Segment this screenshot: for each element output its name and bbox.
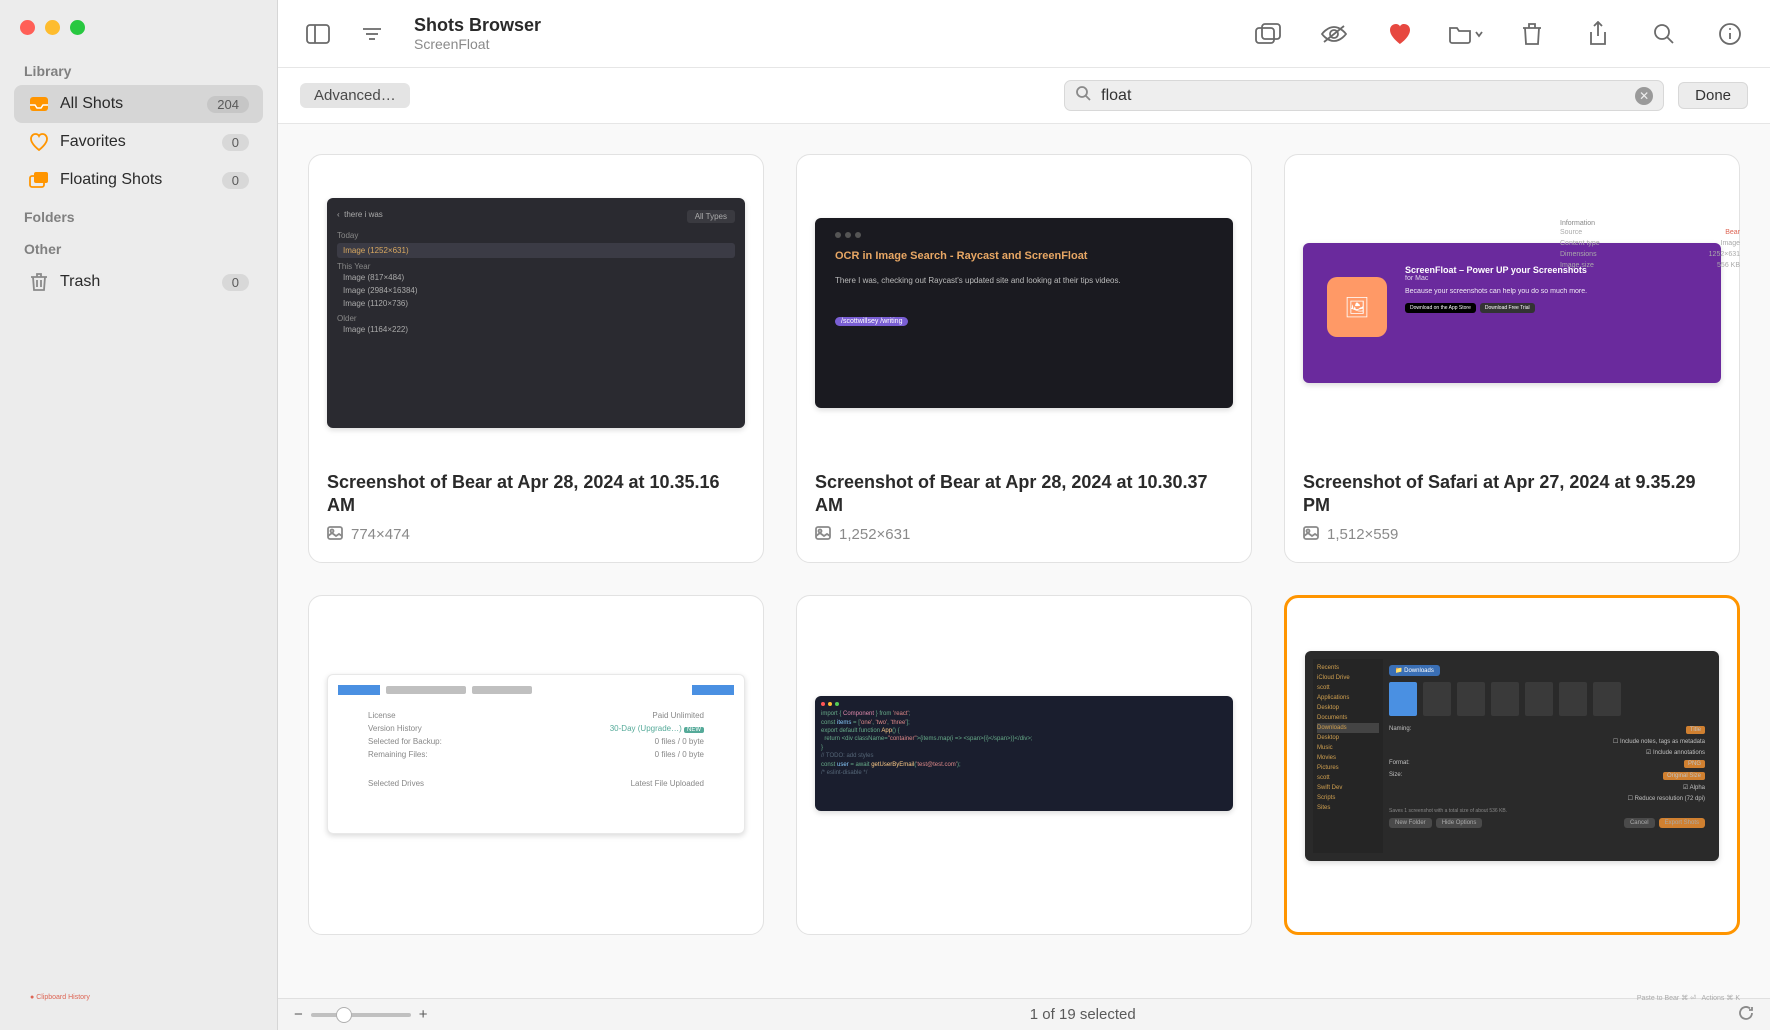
layers-icon [28, 169, 50, 191]
shot-card-selected[interactable]: Recents iCloud Drive scott Applications … [1284, 595, 1740, 935]
shot-card[interactable]: import { Component } from 'react'; const… [796, 595, 1252, 935]
shot-thumbnail: 🖼 ScreenFloat – Power UP your Screenshot… [1303, 173, 1721, 453]
info-button[interactable] [1712, 16, 1748, 52]
zoom-slider[interactable] [311, 1013, 411, 1017]
clear-search-button[interactable]: ✕ [1635, 87, 1653, 105]
shot-card[interactable]: 🖼 ScreenFloat – Power UP your Screenshot… [1284, 154, 1740, 563]
window-controls [0, 10, 277, 53]
sidebar-badge: 0 [222, 274, 249, 291]
filter-button[interactable] [354, 16, 390, 52]
zoom-in-button[interactable]: + [419, 1006, 428, 1023]
shot-thumbnail: ‹ there i wasAll Types Today Image (1252… [327, 173, 745, 453]
chevron-down-icon [1474, 30, 1484, 38]
image-icon [815, 526, 831, 544]
sidebar-item-all-shots[interactable]: All Shots 204 [14, 85, 263, 123]
zoom-window-button[interactable] [70, 20, 85, 35]
search-input[interactable] [1101, 87, 1625, 105]
sidebar-section-folders: Folders [0, 199, 277, 231]
main-area: Shots Browser ScreenFloat [278, 0, 1770, 1030]
sidebar-item-trash[interactable]: Trash 0 [14, 263, 263, 301]
folder-dropdown-button[interactable] [1448, 16, 1484, 52]
close-window-button[interactable] [20, 20, 35, 35]
done-button[interactable]: Done [1678, 82, 1748, 109]
shot-meta: 1,512×559 [1303, 526, 1721, 544]
share-button[interactable] [1580, 16, 1616, 52]
shot-dimensions: 1,252×631 [839, 526, 910, 543]
sidebar-item-favorites[interactable]: Favorites 0 [14, 123, 263, 161]
title-block: Shots Browser ScreenFloat [414, 15, 541, 52]
minimize-window-button[interactable] [45, 20, 60, 35]
shots-grid: ‹ there i wasAll Types Today Image (1252… [308, 154, 1740, 935]
sidebar-section-other: Other [0, 231, 277, 263]
trash-icon [28, 271, 50, 293]
shot-thumbnail: OCR in Image Search - Raycast and Screen… [815, 173, 1233, 453]
selection-status: 1 of 19 selected [428, 1006, 1738, 1023]
visibility-button[interactable] [1316, 16, 1352, 52]
search-button[interactable] [1646, 16, 1682, 52]
sidebar: Library All Shots 204 Favorites 0 Floati… [0, 0, 278, 1030]
favorite-button[interactable] [1382, 16, 1418, 52]
sidebar-item-label: Trash [60, 273, 100, 291]
shot-title: Screenshot of Bear at Apr 28, 2024 at 10… [327, 471, 745, 518]
titlebar: Shots Browser ScreenFloat [278, 0, 1770, 68]
window-title: Shots Browser [414, 15, 541, 36]
search-icon [1075, 85, 1091, 106]
float-button[interactable] [1250, 16, 1286, 52]
sidebar-item-label: Favorites [60, 133, 126, 151]
shots-grid-area: ‹ there i wasAll Types Today Image (1252… [278, 124, 1770, 998]
zoom-slider-handle[interactable] [336, 1007, 352, 1023]
shot-card[interactable]: ‹ there i wasAll Types Today Image (1252… [308, 154, 764, 563]
window-subtitle: ScreenFloat [414, 36, 541, 52]
shot-card[interactable]: LicensePaid Unlimited Version History30-… [308, 595, 764, 935]
shot-dimensions: 774×474 [351, 526, 410, 543]
advanced-search-button[interactable]: Advanced… [300, 83, 410, 108]
footer: − + 1 of 19 selected [278, 998, 1770, 1030]
image-icon [327, 526, 343, 544]
shot-thumbnail: import { Component } from 'react'; const… [815, 614, 1233, 894]
sidebar-badge: 0 [222, 172, 249, 189]
shot-meta: 1,252×631 [815, 526, 1233, 544]
shot-thumbnail: Recents iCloud Drive scott Applications … [1305, 616, 1719, 896]
toggle-sidebar-button[interactable] [300, 16, 336, 52]
shot-title: Screenshot of Bear at Apr 28, 2024 at 10… [815, 471, 1233, 518]
shot-card[interactable]: OCR in Image Search - Raycast and Screen… [796, 154, 1252, 563]
shot-dimensions: 1,512×559 [1327, 526, 1398, 543]
sidebar-section-library: Library [0, 53, 277, 85]
sidebar-item-label: Floating Shots [60, 171, 162, 189]
shot-meta: 774×474 [327, 526, 745, 544]
shot-title: Screenshot of Safari at Apr 27, 2024 at … [1303, 471, 1721, 518]
sidebar-badge: 204 [207, 96, 249, 113]
image-icon [1303, 526, 1319, 544]
tray-icon [28, 93, 50, 115]
refresh-button[interactable] [1738, 1005, 1754, 1025]
toolbar-right [1250, 16, 1748, 52]
sidebar-item-floating-shots[interactable]: Floating Shots 0 [14, 161, 263, 199]
zoom-out-button[interactable]: − [294, 1006, 303, 1023]
sidebar-badge: 0 [222, 134, 249, 151]
delete-button[interactable] [1514, 16, 1550, 52]
sidebar-item-label: All Shots [60, 95, 123, 113]
search-field[interactable]: ✕ [1064, 80, 1664, 111]
heart-icon [28, 131, 50, 153]
shot-thumbnail: LicensePaid Unlimited Version History30-… [327, 614, 745, 894]
search-row: Advanced… ✕ Done [278, 68, 1770, 124]
zoom-control: − + [294, 1006, 428, 1023]
